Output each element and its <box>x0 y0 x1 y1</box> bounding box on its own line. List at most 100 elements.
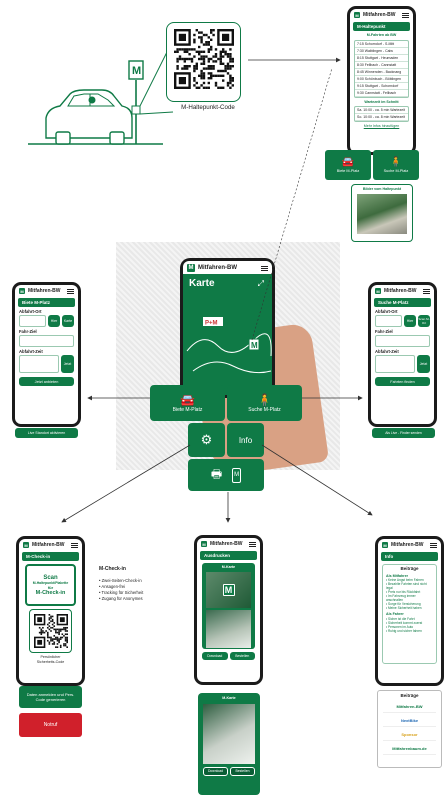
sponsors-title: Beiträge <box>400 693 419 698</box>
qr-code-icon <box>174 29 234 89</box>
expand-icon[interactable]: ⤢ <box>258 279 264 289</box>
checkin-icon: ⚙ <box>200 432 213 447</box>
download-button[interactable]: Download <box>202 652 228 660</box>
app-title: Mitfahren-BW <box>384 288 417 294</box>
sponsor-logo[interactable]: NextBike <box>383 718 436 727</box>
offer-seat-button[interactable]: 🚘 Biete M-Platz <box>150 385 225 421</box>
search-seat-button[interactable]: 🧍 Suche M-Platz <box>227 385 302 421</box>
m-card-title: M-Karte <box>221 565 236 569</box>
info-card: Beiträge Als Mitfahrer • Keine Angst bei… <box>382 564 437 664</box>
m-logo-icon: M <box>23 542 29 548</box>
hamburger-menu-icon[interactable] <box>402 12 409 18</box>
hamburger-menu-icon[interactable] <box>423 288 430 294</box>
info-list-item: • Bezahlte Fahrten sind nicht legal <box>386 582 427 591</box>
map-chip[interactable]: Karte <box>62 315 74 327</box>
from-label: Abfahrt-Ort <box>19 309 42 314</box>
m-logo-icon: M <box>354 12 360 18</box>
departure-row: 8:15 Stuttgart - Heumaden <box>355 55 408 62</box>
hamburger-menu-icon[interactable] <box>249 541 256 547</box>
live-location-button[interactable]: Live Standort aktivieren <box>15 428 78 438</box>
app-title: Mitfahren-BW <box>28 288 61 294</box>
checkin-features-list: • Zwei-Seiten-Check-in • Ansagen-frei • Tr… <box>99 578 179 602</box>
app-title: Mitfahren-BW <box>32 542 65 548</box>
m-logo-icon: M <box>201 541 207 547</box>
sponsor-logo[interactable]: Mitfahren-BW <box>383 704 436 713</box>
now-button[interactable]: Jetzt <box>417 355 430 373</box>
m-logo-icon: M <box>19 288 25 294</box>
hamburger-menu-icon[interactable] <box>67 288 74 294</box>
checkin-button[interactable]: ⚙ <box>188 423 225 457</box>
m-logo-icon: M <box>187 264 195 272</box>
more-info-link[interactable]: Mehr Infos hinzufügen <box>350 124 413 129</box>
info-list: • Sicher ist die Fahrt • Sicherheit kommt… <box>386 617 433 633</box>
person-car-icon: 🧍 <box>389 157 403 168</box>
departure-row: 7:15 Schorndorf - S-Mitt <box>355 41 408 48</box>
info-button[interactable]: Info <box>227 423 264 457</box>
download-button[interactable]: Download <box>203 766 228 776</box>
sponsor-logo[interactable]: Sponsor <box>383 732 436 741</box>
here-chip[interactable]: Hier <box>404 315 416 327</box>
order-button[interactable]: Bestellen <box>230 766 255 776</box>
phone-main-map: M Mitfahren-BW Karte ⤢ P+M M <box>180 258 275 398</box>
hamburger-menu-icon[interactable] <box>71 542 78 548</box>
sponsor-logo[interactable]: Mitfahrenbaum.de <box>383 746 436 755</box>
phone-checkin: M Mitfahren-BW M-Check-in Scan M-Haltepu… <box>16 536 85 686</box>
from-label: Abfahrt-Ort <box>375 309 398 314</box>
m-logo-icon: M <box>375 288 381 294</box>
emergency-button[interactable]: Notruf <box>19 713 82 737</box>
info-list-item: • Im Fahrzeug immer anschnallen <box>386 594 416 603</box>
live-finder-button[interactable]: Als Live - Finder senden <box>372 428 435 438</box>
sponsor-list: Mitfahren-BW NextBike Sponsor Mitfahrenbaum… <box>381 704 438 755</box>
here-chip[interactable]: Hier <box>48 315 60 327</box>
phone-print: M Mitfahren-BW Ausdrucken M-Karte M Down… <box>194 535 263 685</box>
sponsors-card: Beiträge Mitfahren-BW NextBike Sponsor Mitf… <box>377 690 442 768</box>
time-input[interactable] <box>19 355 59 373</box>
section-title-wait: Wartezeit im Schnitt <box>364 99 399 104</box>
to-input[interactable] <box>19 335 74 347</box>
map-view[interactable]: P+M M <box>183 301 272 381</box>
scan-area[interactable]: Scan M-Haltepunkt/Plakette für M-Check-i… <box>25 564 76 606</box>
offer-now-button[interactable]: Jetzt anbieten <box>19 377 74 386</box>
info-list: • Keine Angst beim Fahren • Bezahlte Fahr… <box>386 578 433 610</box>
m-logo-icon: M <box>382 542 388 548</box>
departure-row: 7:30 Waiblingen - Calw <box>355 48 408 55</box>
section-title: M-Fahrten ab BW <box>366 33 397 37</box>
hamburger-menu-icon[interactable] <box>430 542 437 548</box>
wait-list: Sa. 10:00 - ca. 5 min Wartezeit So. 10:00… <box>354 106 409 123</box>
from-input[interactable] <box>375 315 402 327</box>
order-button[interactable]: Bestellen <box>229 652 255 660</box>
haltepunkt-photo <box>357 193 407 234</box>
hamburger-menu-icon[interactable] <box>261 265 268 271</box>
m-card-photo <box>203 703 255 764</box>
find-rides-button[interactable]: Fahrten finden <box>375 377 430 386</box>
m-card-photo <box>206 609 251 648</box>
checkin-notes: M-Check-in • Zwei-Seiten-Check-in • Ansag… <box>99 566 179 602</box>
from-input[interactable] <box>19 315 46 327</box>
offer-button[interactable]: 🚘 Biete M-Platz <box>325 150 371 180</box>
printer-icon: 🖶 <box>210 466 223 481</box>
phone-info: M Mitfahren-BW Info Beiträge Als Mitfahr… <box>375 536 444 686</box>
m-card-second: M-Karte Download Bestellen <box>198 693 260 795</box>
m-card-image: M <box>206 571 251 608</box>
now-button[interactable]: Jetzt <box>61 355 74 373</box>
screen-tab: Ausdrucken <box>200 551 257 560</box>
scan-chip[interactable]: Scan M-Ort <box>418 315 430 327</box>
qr-caption: M-Haltepunkt-Code <box>181 104 235 111</box>
qr-card <box>166 22 241 102</box>
time-label: Abfahrt-Zeit <box>19 349 43 354</box>
phone-haltepunkt: M Mitfahren-BW M-Haltepunkt M-Fahrten ab… <box>347 6 416 155</box>
info-list-item: • Ruhig und sicher fahren <box>386 628 422 633</box>
search-button[interactable]: 🧍 Suche M-Platz <box>373 150 419 180</box>
to-input[interactable] <box>375 335 430 347</box>
screen-tab: Info <box>381 552 438 561</box>
register-button[interactable]: Daten anmelden und Pers. Code generieren <box>19 686 82 708</box>
print-button[interactable]: 🖶 M <box>188 459 264 491</box>
info-card-title: Beiträge <box>400 566 419 571</box>
svg-text:M: M <box>251 341 258 350</box>
departure-row: 8:45 Winnenden - Backnang <box>355 69 408 76</box>
car-icon: 🚘 <box>341 157 355 168</box>
svg-text:P+M: P+M <box>205 321 218 327</box>
time-input[interactable] <box>375 355 415 373</box>
info-list-item: • Meine Sicherheit haben <box>386 606 422 611</box>
departure-row: 8:30 Fellbach - Cannstatt <box>355 62 408 69</box>
